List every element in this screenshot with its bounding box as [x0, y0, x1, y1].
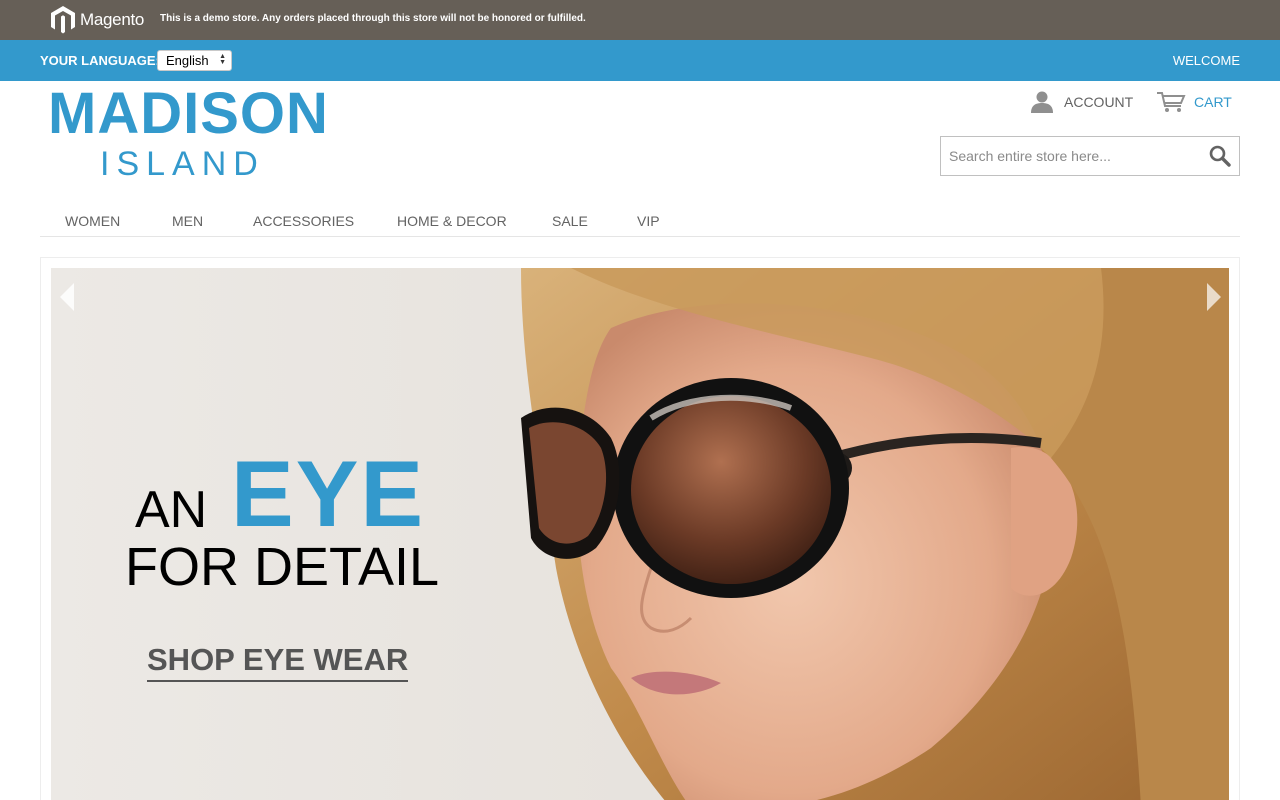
nav-item-women[interactable]: WOMEN	[65, 213, 120, 229]
hero-photo-sunglasses-model	[521, 268, 1229, 800]
nav-item-accessories[interactable]: ACCESSORIES	[253, 213, 354, 229]
nav-item-vip[interactable]: VIP	[637, 213, 660, 229]
nav-item-home-decor[interactable]: HOME & DECOR	[397, 213, 507, 229]
select-arrows-icon: ▲ ▼	[219, 53, 226, 66]
chevron-right-icon	[1207, 283, 1221, 311]
language-select[interactable]: English ▲ ▼	[157, 50, 232, 71]
welcome-message: WELCOME	[1172, 53, 1240, 68]
slideshow-next-button[interactable]	[1203, 282, 1223, 312]
language-bar: YOUR LANGUAGE: English ▲ ▼ WELCOME	[0, 40, 1280, 81]
nav-item-men[interactable]: MEN	[172, 213, 203, 229]
cart-link[interactable]: CART	[1156, 91, 1232, 113]
shop-eye-wear-link[interactable]: SHOP EYE WEAR	[147, 642, 409, 682]
magento-wordmark: Magento	[80, 10, 145, 29]
hero-heading-for-detail: FOR DETAIL	[125, 537, 440, 597]
demo-notice-text: This is a demo store. Any orders placed …	[160, 13, 586, 24]
main-navigation: WOMEN MEN ACCESSORIES HOME & DECOR SALE …	[40, 202, 1240, 237]
nav-item-sale[interactable]: SALE	[552, 213, 588, 229]
cart-icon	[1157, 92, 1186, 112]
logo-line-madison: MADISON	[48, 81, 329, 146]
logo-line-island: ISLAND	[100, 145, 265, 183]
search-box	[940, 136, 1240, 176]
language-select-value: English	[166, 53, 209, 68]
account-link[interactable]: ACCOUNT	[1030, 91, 1133, 113]
person-icon	[1031, 91, 1053, 113]
chevron-left-icon	[60, 283, 74, 311]
magento-logo: Magento	[50, 4, 144, 36]
hero-heading-eye: EYE	[231, 441, 426, 546]
account-label: ACCOUNT	[1064, 94, 1134, 110]
search-button[interactable]	[1209, 145, 1231, 167]
slideshow-prev-button[interactable]	[58, 282, 78, 312]
hero-heading-an: AN	[135, 481, 208, 539]
demo-notice-bar: Magento This is a demo store. Any orders…	[0, 0, 1280, 40]
magento-logo-icon	[51, 6, 75, 34]
language-label: YOUR LANGUAGE:	[40, 53, 160, 68]
hero-slide[interactable]: AN EYE FOR DETAIL SHOP EYE WEAR	[51, 268, 1229, 800]
cart-label: CART	[1194, 94, 1232, 110]
search-input[interactable]	[941, 137, 1201, 175]
magnifier-icon	[1209, 145, 1231, 167]
store-logo[interactable]: MADISON ISLAND	[48, 84, 329, 184]
